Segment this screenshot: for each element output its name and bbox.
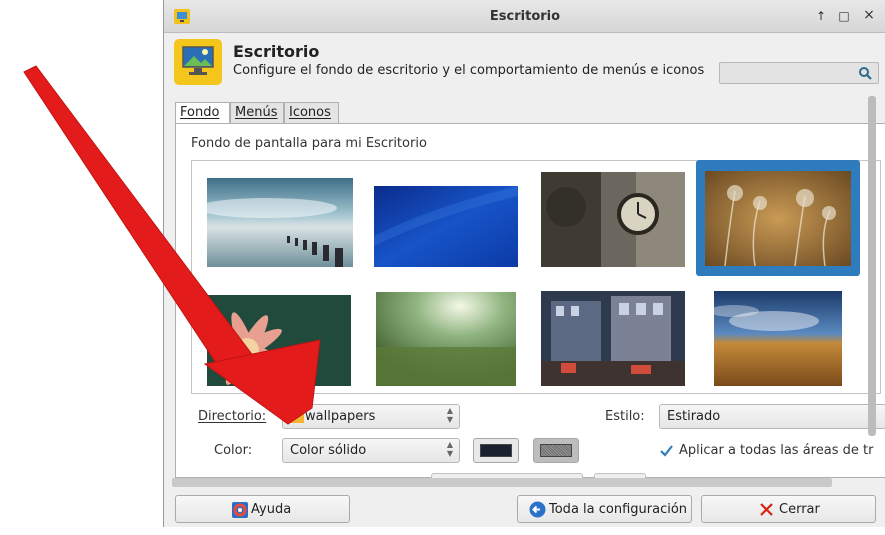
- keep-above-button[interactable]: ↑: [813, 9, 829, 23]
- maximize-button[interactable]: □: [836, 9, 852, 23]
- primary-color-button[interactable]: [473, 438, 519, 463]
- spin-arrows-icon: ▲ ▼: [446, 406, 453, 424]
- settings-window: Escritorio ↑ □ × Escritorio Configure el…: [163, 0, 885, 527]
- directory-select[interactable]: wallpapers ▲ ▼: [282, 404, 460, 429]
- apply-all-checkbox[interactable]: [659, 443, 674, 458]
- window-title: Escritorio: [489, 9, 561, 24]
- help-button[interactable]: Ayuda: [175, 495, 350, 523]
- tab-label: Menús: [235, 105, 278, 120]
- back-arrow-icon: [529, 501, 546, 518]
- style-label: Estilo:: [605, 409, 645, 424]
- wallpaper-section-label: Fondo de pantalla para mi Escritorio: [191, 136, 427, 151]
- all-settings-button[interactable]: Toda la configuración: [517, 495, 692, 523]
- tab-label: Iconos: [289, 105, 331, 120]
- primary-color-swatch: [480, 444, 512, 457]
- tab-fondo[interactable]: Fondo: [175, 102, 230, 124]
- tab-panel-fondo: Fondo de pantalla para mi Escritorio Dir…: [175, 123, 885, 482]
- color-mode-value: Color sólido: [290, 443, 367, 458]
- apply-all-label[interactable]: Aplicar a todas las áreas de tr: [679, 443, 873, 458]
- wallpaper-grid: [191, 160, 881, 394]
- tab-iconos[interactable]: Iconos: [284, 102, 339, 123]
- color-mode-select[interactable]: Color sólido ▲ ▼: [282, 438, 460, 463]
- wallpaper-thumb-lake-pier[interactable]: [207, 178, 353, 267]
- close-label: Cerrar: [779, 502, 820, 517]
- wallpaper-thumb-pink-flower[interactable]: [207, 295, 351, 386]
- color-label: Color:: [214, 443, 253, 458]
- wallpaper-thumb-street-clock[interactable]: [541, 172, 685, 267]
- settings-header: Escritorio Configure el fondo de escrito…: [164, 33, 885, 95]
- style-select[interactable]: Estirado: [659, 404, 885, 429]
- horizontal-scrollbar[interactable]: [172, 478, 832, 487]
- page-subtitle: Configure el fondo de escritorio y el co…: [233, 63, 705, 78]
- desktop-icon: [174, 39, 222, 85]
- spin-arrows-icon: ▲ ▼: [446, 440, 453, 458]
- folder-icon: [288, 411, 304, 423]
- search-input[interactable]: [719, 62, 879, 84]
- secondary-color-swatch: [540, 444, 572, 457]
- wallpaper-thumb-graffiti-building[interactable]: [541, 291, 685, 386]
- search-icon: [859, 67, 872, 80]
- tab-menus[interactable]: Menús: [230, 102, 284, 123]
- wallpaper-thumb-wheat-field[interactable]: [714, 291, 842, 386]
- vertical-scrollbar[interactable]: [868, 96, 876, 436]
- close-window-button[interactable]: ×: [861, 7, 877, 23]
- close-x-icon: [760, 503, 773, 516]
- style-value: Estirado: [667, 409, 721, 424]
- directory-label: Directorio:: [198, 409, 266, 424]
- close-button[interactable]: Cerrar: [701, 495, 876, 523]
- content-area: Fondo Menús Iconos Fondo de pantalla par…: [172, 96, 885, 482]
- all-settings-label: Toda la configuración: [549, 502, 688, 517]
- directory-value: wallpapers: [305, 409, 376, 424]
- secondary-color-button[interactable]: [533, 438, 579, 463]
- wallpaper-thumb-green-meadow[interactable]: [376, 292, 516, 386]
- tab-label: Fondo: [180, 105, 220, 120]
- title-bar[interactable]: Escritorio ↑ □ ×: [164, 0, 885, 33]
- help-label: Ayuda: [251, 502, 292, 517]
- wallpaper-thumb-dry-grass[interactable]: [705, 171, 851, 266]
- wallpaper-thumb-blue-gradient[interactable]: [374, 186, 518, 267]
- page-title: Escritorio: [233, 42, 320, 61]
- directory-label-text: Directorio:: [198, 409, 267, 424]
- help-lifebuoy-icon: [232, 502, 248, 518]
